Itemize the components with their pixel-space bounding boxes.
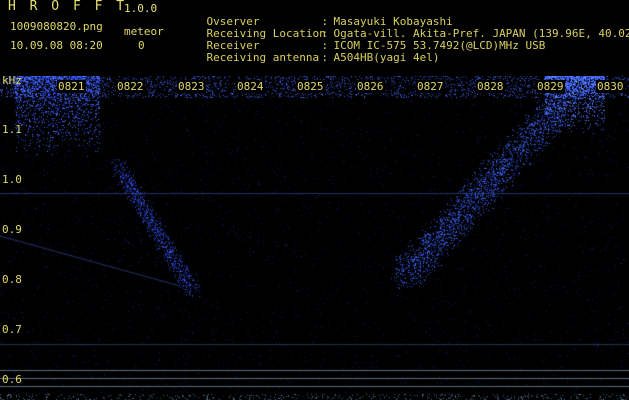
time-tick-label: 0828	[476, 80, 505, 93]
y-tick-label: 0.6	[2, 373, 22, 386]
time-tick-label: 0829	[536, 80, 565, 93]
y-tick-label: 0.7	[2, 323, 22, 336]
time-tick-label: 0825	[296, 80, 325, 93]
time-tick-label: 0823	[177, 80, 206, 93]
info-colon: :	[321, 51, 329, 64]
y-tick-label: 0.9	[2, 223, 22, 236]
app-version: 1.0.0	[124, 2, 158, 15]
info-row-antenna: Receiving antenna: A504HB(yagi 4el)	[180, 41, 440, 74]
time-tick-label: 0830	[596, 80, 625, 93]
y-tick-label: 1.1	[2, 123, 22, 136]
time-tick-label: 0822	[116, 80, 145, 93]
y-tick-label: 1.0	[2, 173, 22, 186]
time-tick-label: 0824	[236, 80, 265, 93]
app-title: H R O F F T	[8, 0, 128, 14]
meteor-label: meteor	[124, 25, 164, 38]
time-tick-label: 0827	[416, 80, 445, 93]
meteor-count: 0	[138, 39, 145, 52]
time-tick-label: 0826	[356, 80, 385, 93]
info-label: Receiving antenna	[206, 51, 320, 64]
filename: 1009080820.png	[10, 20, 103, 33]
y-axis-unit: kHz	[2, 74, 22, 87]
y-tick-label: 0.8	[2, 273, 22, 286]
datetime: 10.09.08 08:20	[10, 39, 103, 52]
time-tick-label: 0821	[57, 80, 86, 93]
spectrogram-canvas	[0, 76, 629, 400]
info-value: A504HB(yagi 4el)	[333, 51, 440, 64]
